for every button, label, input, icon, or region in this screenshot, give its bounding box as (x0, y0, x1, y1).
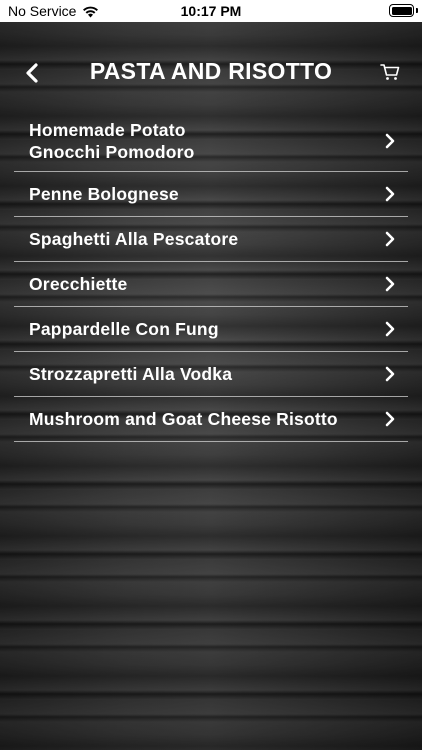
menu-item-orecchiette[interactable]: Orecchiette (14, 262, 408, 307)
chevron-right-icon (385, 411, 395, 427)
chevron-right-icon (385, 366, 395, 382)
chevron-right-icon (385, 186, 395, 202)
chevron-right-icon (385, 321, 395, 337)
menu-item-potato-gnocchi[interactable]: Homemade Potato Gnocchi Pomodoro (14, 110, 408, 172)
menu-item-label: Mushroom and Goat Cheese Risotto (29, 409, 338, 429)
battery-fill (391, 6, 412, 15)
chevron-left-icon (26, 63, 38, 83)
menu-item-pappardelle[interactable]: Pappardelle Con Fung (14, 307, 408, 352)
status-time: 10:17 PM (180, 3, 242, 19)
battery-icon (389, 4, 414, 17)
chevron-right-icon (385, 231, 395, 247)
chevron-right-icon (385, 276, 395, 292)
menu-item-penne-bolognese[interactable]: Penne Bolognese (14, 172, 408, 217)
menu-item-label-line2: Gnocchi Pomodoro (29, 141, 195, 162)
menu-item-label: Spaghetti Alla Pescatore (29, 229, 239, 249)
screen: No Service 10:17 PM PASTA AND RISOTTO Ho… (0, 0, 422, 750)
battery-cap (416, 8, 418, 13)
menu-item-label: Homemade Potato Gnocchi Pomodoro (14, 119, 235, 163)
back-button[interactable] (18, 59, 46, 87)
status-bar: No Service 10:17 PM (0, 0, 422, 22)
menu-item-spaghetti-pescatore[interactable]: Spaghetti Alla Pescatore (14, 217, 408, 262)
menu-item-label: Pappardelle Con Fung (29, 319, 219, 339)
page-title: PASTA AND RISOTTO (89, 58, 333, 84)
menu-item-mushroom-risotto[interactable]: Mushroom and Goat Cheese Risotto (14, 397, 408, 442)
chevron-right-icon (385, 133, 395, 148)
menu-item-label: Orecchiette (29, 274, 128, 294)
menu-item-label: Strozzapretti Alla Vodka (29, 364, 233, 384)
menu-item-strozzapretti[interactable]: Strozzapretti Alla Vodka (14, 352, 408, 397)
menu-item-label: Penne Bolognese (29, 184, 179, 204)
menu-list: Homemade Potato Gnocchi Pomodoro Penne B… (14, 110, 408, 442)
cart-icon (380, 64, 400, 80)
menu-item-label-line1: Homemade Potato (29, 119, 186, 140)
cart-button[interactable] (380, 63, 402, 83)
header: PASTA AND RISOTTO (0, 22, 422, 120)
